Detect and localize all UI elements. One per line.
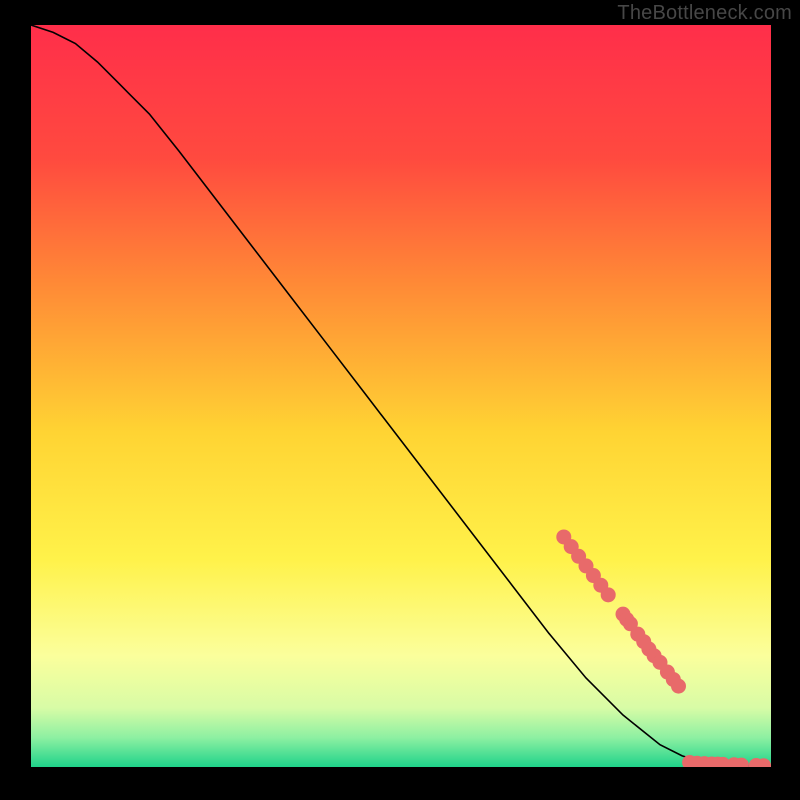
plot-area	[31, 25, 771, 767]
data-marker	[671, 679, 686, 694]
chart-frame: TheBottleneck.com	[0, 0, 800, 800]
chart-svg	[31, 25, 771, 767]
watermark-label: TheBottleneck.com	[617, 2, 792, 25]
data-marker	[601, 587, 616, 602]
